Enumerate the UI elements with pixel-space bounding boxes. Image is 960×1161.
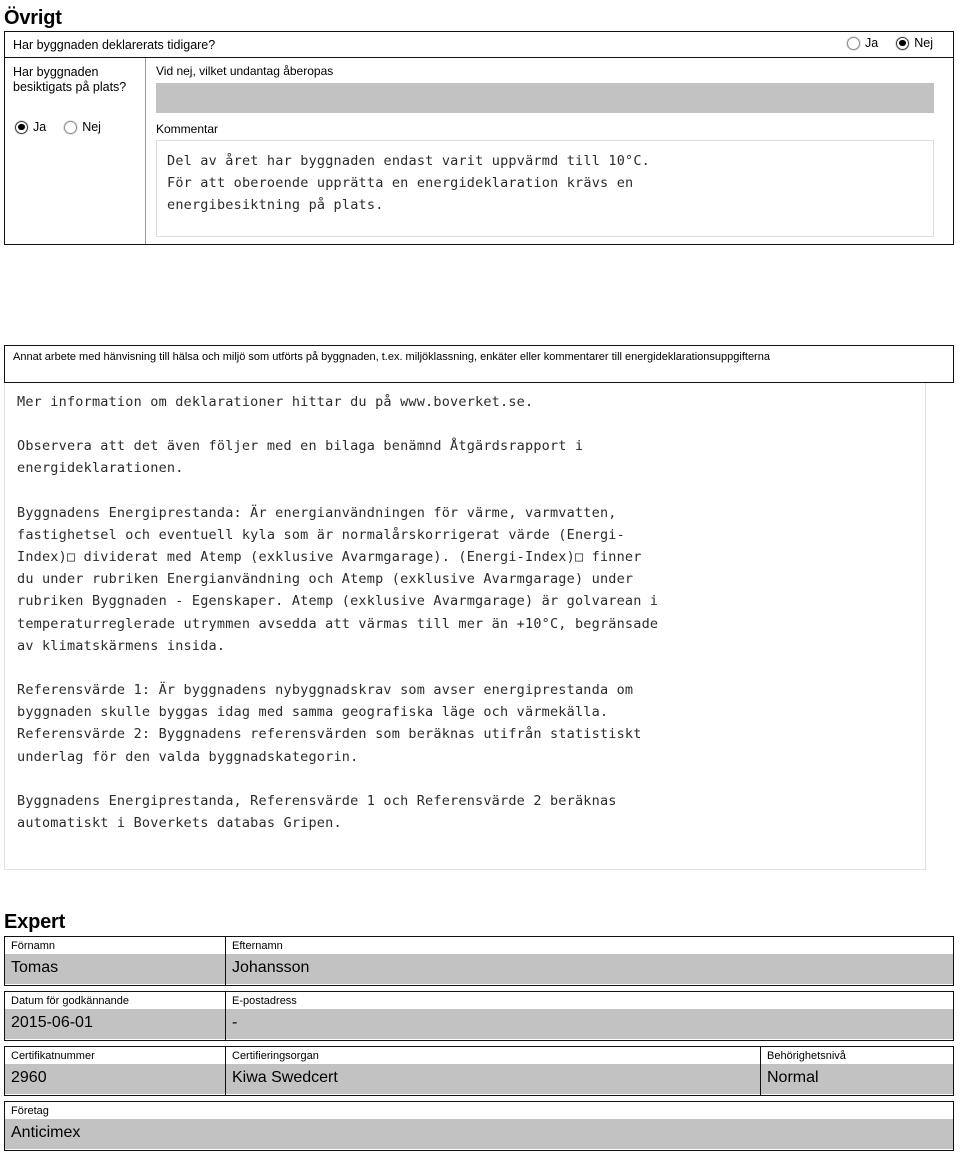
declared-radio-group[interactable]: Ja Nej bbox=[847, 36, 933, 50]
field-value[interactable]: - bbox=[226, 1009, 953, 1039]
annat-arbete-header-panel: Annat arbete med hänvisning till hälsa o… bbox=[4, 345, 954, 383]
ovrigt-lower-area: Har byggnaden besiktigats på plats? Ja N… bbox=[5, 58, 953, 244]
declared-radio-nej-label: Nej bbox=[914, 36, 933, 50]
field-value[interactable]: Johansson bbox=[226, 954, 953, 984]
page-title: Övrigt bbox=[4, 7, 62, 29]
inspected-radio-nej-label: Nej bbox=[82, 120, 101, 134]
exception-input[interactable] bbox=[156, 83, 934, 113]
field-value[interactable]: Normal bbox=[761, 1064, 953, 1094]
field-label: Efternamn bbox=[226, 937, 953, 954]
radio-selected-icon bbox=[896, 36, 910, 50]
table-row: Företag Anticimex bbox=[4, 1101, 954, 1151]
expert-cell-datum: Datum för godkännande 2015-06-01 bbox=[5, 992, 226, 1040]
comment-text: Del av året har byggnaden endast varit u… bbox=[167, 153, 651, 213]
declared-question-row: Har byggnaden deklarerats tidigare? Ja N… bbox=[5, 32, 953, 58]
annat-paragraph: Observera att det även följer med en bil… bbox=[17, 438, 584, 477]
annat-arbete-textarea[interactable]: Mer information om deklarationer hittar … bbox=[4, 383, 926, 870]
comment-field-label: Kommentar bbox=[156, 122, 219, 136]
field-label: Förnamn bbox=[5, 937, 225, 954]
inspected-radio-ja-label: Ja bbox=[33, 120, 47, 134]
field-label: Certifieringsorgan bbox=[226, 1047, 760, 1064]
table-row: Certifikatnummer 2960 Certifieringsorgan… bbox=[4, 1046, 954, 1096]
declared-radio-ja[interactable]: Ja bbox=[847, 36, 878, 50]
expert-cell-behorighetsniva: Behörighetsnivå Normal bbox=[761, 1047, 953, 1095]
radio-selected-icon bbox=[15, 120, 28, 134]
table-row: Förnamn Tomas Efternamn Johansson bbox=[4, 936, 954, 986]
declared-radio-nej[interactable]: Nej bbox=[896, 36, 933, 50]
field-value[interactable]: Tomas bbox=[5, 954, 225, 984]
radio-unselected-icon bbox=[847, 36, 861, 50]
field-label: Företag bbox=[5, 1102, 953, 1119]
field-label: Datum för godkännande bbox=[5, 992, 225, 1009]
annat-paragraph: Byggnadens Energiprestanda, Referensvärd… bbox=[17, 792, 617, 832]
annat-paragraph: Mer information om deklarationer hittar … bbox=[17, 394, 534, 410]
ovrigt-fields-column: Vid nej, vilket undantag åberopas Kommen… bbox=[146, 58, 953, 244]
document-page: Övrigt Har byggnaden deklarerats tidigar… bbox=[0, 0, 960, 1161]
field-label: Certifikatnummer bbox=[5, 1047, 225, 1064]
inspected-question-label: Har byggnaden besiktigats på plats? bbox=[13, 65, 127, 94]
expert-cell-certifikatnummer: Certifikatnummer 2960 bbox=[5, 1047, 226, 1095]
table-row: Datum för godkännande 2015-06-01 E-posta… bbox=[4, 991, 954, 1041]
field-label: Behörighetsnivå bbox=[761, 1047, 953, 1064]
annat-paragraph: Referensvärde 1: Är byggnadens nybyggnad… bbox=[17, 682, 642, 765]
field-value[interactable]: Kiwa Swedcert bbox=[226, 1064, 760, 1094]
inspected-radio-nej[interactable]: Nej bbox=[64, 120, 101, 134]
expert-cell-certifieringsorgan: Certifieringsorgan Kiwa Swedcert bbox=[226, 1047, 761, 1095]
inspected-question-column: Har byggnaden besiktigats på plats? Ja N… bbox=[5, 58, 146, 244]
field-label: E-postadress bbox=[226, 992, 953, 1009]
inspected-radio-ja[interactable]: Ja bbox=[15, 120, 46, 134]
expert-cell-efternamn: Efternamn Johansson bbox=[226, 937, 953, 985]
field-value[interactable]: 2960 bbox=[5, 1064, 225, 1094]
field-value[interactable]: Anticimex bbox=[5, 1119, 953, 1149]
comment-textarea[interactable]: Del av året har byggnaden endast varit u… bbox=[156, 140, 934, 237]
radio-unselected-icon bbox=[64, 120, 78, 134]
annat-arbete-label: Annat arbete med hänvisning till hälsa o… bbox=[13, 351, 770, 363]
expert-cell-fornamn: Förnamn Tomas bbox=[5, 937, 226, 985]
annat-paragraph: Byggnadens Energiprestanda: Är energianv… bbox=[17, 504, 659, 654]
declared-question-label: Har byggnaden deklarerats tidigare? bbox=[13, 38, 216, 52]
declared-radio-ja-label: Ja bbox=[865, 36, 879, 50]
expert-cell-epost: E-postadress - bbox=[226, 992, 953, 1040]
expert-cell-foretag: Företag Anticimex bbox=[5, 1102, 953, 1150]
exception-field-label: Vid nej, vilket undantag åberopas bbox=[156, 64, 334, 78]
field-value[interactable]: 2015-06-01 bbox=[5, 1009, 225, 1039]
ovrigt-panel: Har byggnaden deklarerats tidigare? Ja N… bbox=[4, 31, 954, 245]
inspected-radio-group[interactable]: Ja Nej bbox=[15, 120, 101, 134]
expert-section-title: Expert bbox=[4, 911, 66, 933]
